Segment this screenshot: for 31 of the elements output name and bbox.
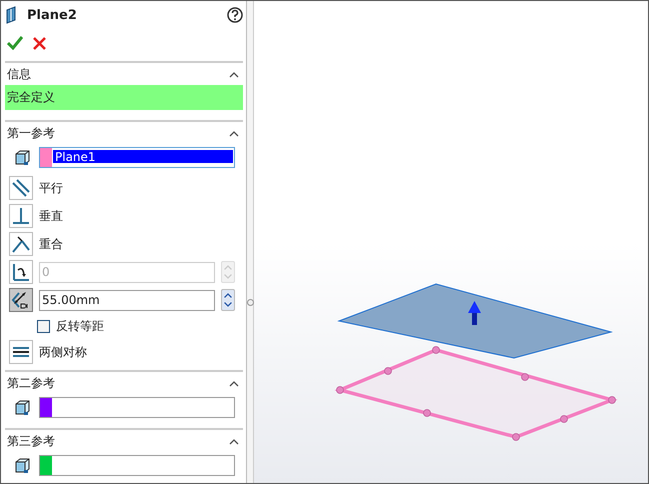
section-title: 第三参考	[7, 432, 55, 450]
collapse-icon[interactable]	[229, 380, 239, 386]
constraint-label: 平行	[39, 180, 63, 196]
arrow-icon[interactable]	[468, 301, 481, 325]
help-icon[interactable]	[227, 7, 243, 23]
perpendicular-icon	[10, 205, 32, 227]
selection-field[interactable]	[39, 396, 235, 418]
panel-grip[interactable]	[247, 298, 254, 306]
distance-field[interactable]: 55.00mm	[39, 290, 215, 310]
selection-field[interactable]: Plane1	[39, 146, 235, 168]
section-title: 信息	[7, 66, 31, 82]
checkbox[interactable]	[37, 320, 50, 332]
status-message: 完全定义	[5, 85, 243, 110]
constraint-label: 重合	[39, 236, 63, 252]
section-title: 第二参考	[7, 374, 55, 392]
distance-button[interactable]	[9, 288, 33, 312]
feature-title: Plane2	[27, 8, 78, 22]
ok-icon[interactable]	[7, 36, 23, 50]
constraint-label: 垂直	[39, 208, 63, 224]
collapse-icon[interactable]	[229, 70, 239, 78]
spinner-icon[interactable]	[221, 289, 235, 311]
section-title: 第一参考	[7, 124, 55, 142]
selection-field[interactable]	[39, 454, 235, 476]
constraint-button[interactable]	[9, 340, 33, 364]
parallel-lines-icon	[10, 177, 32, 199]
close-icon[interactable]	[33, 36, 46, 50]
collapse-icon[interactable]	[229, 130, 239, 136]
collapse-icon[interactable]	[229, 438, 239, 444]
angle-icon	[10, 261, 32, 283]
constraint-label: 两侧对称	[39, 344, 87, 360]
checkbox-label: 反转等距	[56, 318, 104, 334]
